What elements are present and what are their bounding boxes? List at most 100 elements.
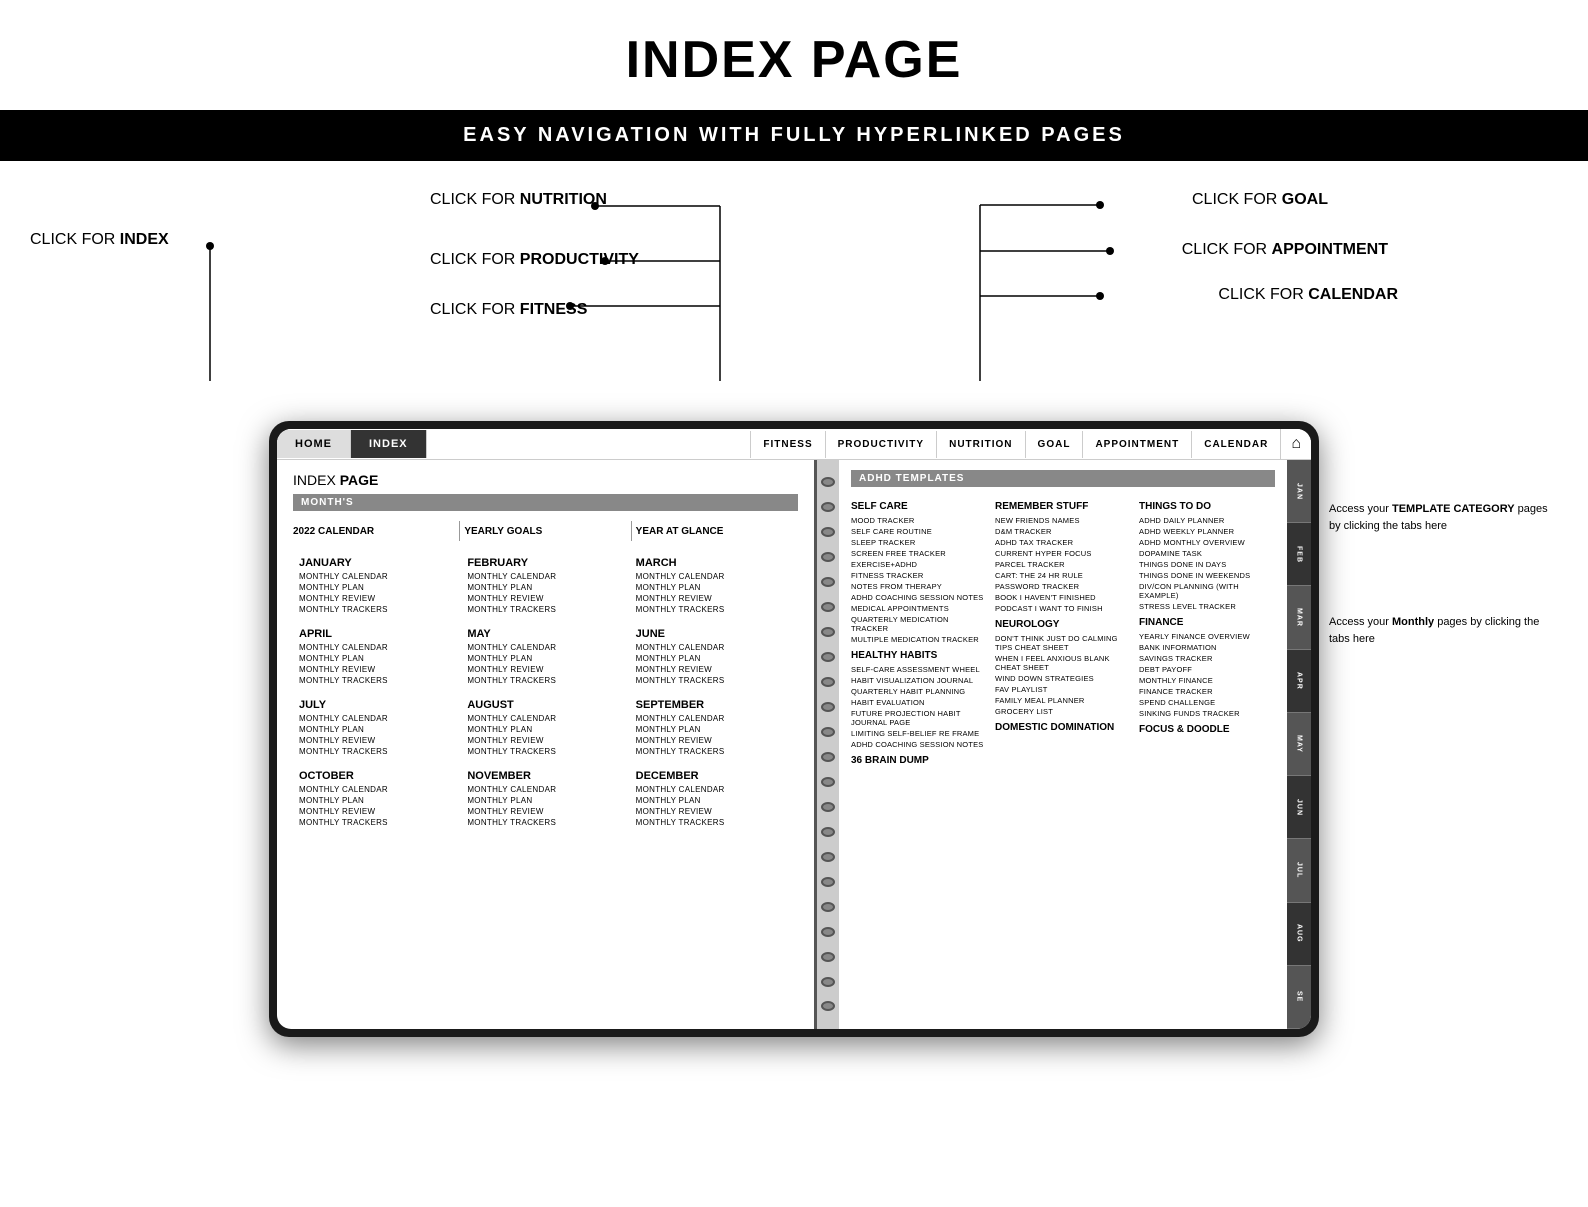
spiral-ring [821,952,835,962]
year-goals: YEARLY GOALS [464,522,626,541]
side-tab-mar[interactable]: MAR [1287,586,1311,649]
month-item: MONTHLY TRACKERS [467,747,623,756]
spiral-ring [821,577,835,587]
month-item: MONTHLY CALENDAR [299,572,455,581]
month-item: MONTHLY REVIEW [299,807,455,816]
side-tab-jun[interactable]: JUN [1287,776,1311,839]
month-item: MONTHLY REVIEW [636,594,792,603]
section-item: MEDICAL APPOINTMENTS [851,604,987,613]
section-item: BOOK I HAVEN'T FINISHED [995,593,1131,602]
section-item: DIV/CON PLANNING (WITH EXAMPLE) [1139,582,1275,600]
tab-productivity[interactable]: PRODUCTIVITY [825,431,936,458]
section-item: PASSWORD TRACKER [995,582,1131,591]
month-item: MONTHLY PLAN [299,796,455,805]
month-item: MONTHLY CALENDAR [467,785,623,794]
right-panel: ADHD TEMPLATES SELF CAREMOOD TRACKERSELF… [839,460,1311,1029]
year-calendar: 2022 CALENDAR [293,522,455,541]
month-block-july: JULYMONTHLY CALENDARMONTHLY PLANMONTHLY … [293,695,461,766]
year-at-glance: YEAR AT GLANCE [636,522,798,541]
month-item: MONTHLY CALENDAR [467,714,623,723]
spiral-ring [821,902,835,912]
tablet-inner: HOME INDEX FITNESS PRODUCTIVITY NUTRITIO… [277,429,1311,1029]
month-name: MARCH [636,557,792,569]
section-item: QUARTERLY MEDICATION TRACKER [851,615,987,633]
month-item: MONTHLY PLAN [467,796,623,805]
section-title: FINANCE [1139,617,1275,628]
month-item: MONTHLY REVIEW [467,807,623,816]
section-item: SAVINGS TRACKER [1139,654,1275,663]
tab-index[interactable]: INDEX [351,430,427,458]
tab-appointment[interactable]: APPOINTMENT [1082,431,1191,458]
month-name: APRIL [299,628,455,640]
section-title: REMEMBER STUFF [995,501,1131,512]
section-item: FINANCE TRACKER [1139,687,1275,696]
tab-fitness[interactable]: FITNESS [750,431,824,458]
month-item: MONTHLY PLAN [299,725,455,734]
month-item: MONTHLY CALENDAR [636,643,792,652]
side-tab-feb[interactable]: FEB [1287,523,1311,586]
section-item: STRESS LEVEL TRACKER [1139,602,1275,611]
section-title: 36 BRAIN DUMP [851,755,987,766]
month-item: MONTHLY REVIEW [636,665,792,674]
spiral-ring [821,1001,835,1011]
section-item: MOOD TRACKER [851,516,987,525]
spiral-ring [821,652,835,662]
right-content: ADHD TEMPLATES SELF CAREMOOD TRACKERSELF… [839,460,1287,1029]
side-tab-may[interactable]: MAY [1287,713,1311,776]
side-tab-jan[interactable]: JAN [1287,460,1311,523]
section-item: ADHD COACHING SESSION NOTES [851,593,987,602]
section-item: MONTHLY FINANCE [1139,676,1275,685]
side-tab-se[interactable]: SE [1287,966,1311,1029]
tab-goal[interactable]: GOAL [1025,431,1083,458]
section-item: DOPAMINE TASK [1139,549,1275,558]
month-item: MONTHLY REVIEW [467,594,623,603]
section-item: WHEN I FEEL ANXIOUS BLANK CHEAT SHEET [995,654,1131,672]
side-tab-aug[interactable]: AUG [1287,903,1311,966]
month-item: MONTHLY CALENDAR [467,572,623,581]
month-item: MONTHLY TRACKERS [299,747,455,756]
month-name: DECEMBER [636,770,792,782]
tablet-wrapper: HOME INDEX FITNESS PRODUCTIVITY NUTRITIO… [269,421,1319,1037]
section-item: QUARTERLY HABIT PLANNING [851,687,987,696]
monthly-annotation: Access your Monthly pages by clicking th… [1329,614,1549,647]
side-tab-apr[interactable]: APR [1287,650,1311,713]
section-item: SELF-CARE ASSESSMENT WHEEL [851,665,987,674]
tab-calendar[interactable]: CALENDAR [1191,431,1280,458]
section-item: FUTURE PROJECTION HABIT JOURNAL PAGE [851,709,987,727]
adhd-title-bar: ADHD TEMPLATES [851,470,1275,487]
annotation-area: CLICK FOR INDEX CLICK FOR NUTRITION CLIC… [0,161,1588,421]
spiral-ring [821,702,835,712]
right-sidebar-annotation: Access your TEMPLATE CATEGORY pages by c… [1329,501,1549,647]
months-bar: MONTH'S [293,494,798,511]
month-block-june: JUNEMONTHLY CALENDARMONTHLY PLANMONTHLY … [630,624,798,695]
section-item: MULTIPLE MEDICATION TRACKER [851,635,987,644]
section-item: BANK INFORMATION [1139,643,1275,652]
annotation-appointment: CLICK FOR APPOINTMENT [1182,241,1388,259]
section-item: SELF CARE ROUTINE [851,527,987,536]
tab-home[interactable]: HOME [277,430,351,458]
side-tab-jul[interactable]: JUL [1287,839,1311,902]
tab-nutrition[interactable]: NUTRITION [936,431,1024,458]
section-item: ADHD COACHING SESSION NOTES [851,740,987,749]
subtitle-bar: EASY NAVIGATION WITH FULLY HYPERLINKED P… [0,110,1588,161]
month-item: MONTHLY PLAN [636,725,792,734]
section-item: LIMITING SELF-BELIEF RE FRAME [851,729,987,738]
section-title: THINGS TO DO [1139,501,1275,512]
spiral-ring [821,877,835,887]
spiral-ring [821,552,835,562]
month-item: MONTHLY REVIEW [299,594,455,603]
section-item: FAMILY MEAL PLANNER [995,696,1131,705]
section-item: SPEND CHALLENGE [1139,698,1275,707]
month-item: MONTHLY TRACKERS [636,818,792,827]
month-name: JUNE [636,628,792,640]
spiral-ring [821,827,835,837]
index-title: INDEX PAGE [293,472,798,488]
month-name: MAY [467,628,623,640]
month-item: MONTHLY CALENDAR [467,643,623,652]
annotation-nutrition: CLICK FOR NUTRITION [430,191,607,209]
annotation-index: CLICK FOR INDEX [30,231,169,249]
section-title: DOMESTIC DOMINATION [995,722,1131,733]
spiral-ring [821,502,835,512]
home-icon[interactable]: ⌂ [1280,429,1311,459]
section-item: PODCAST I WANT TO FINISH [995,604,1131,613]
